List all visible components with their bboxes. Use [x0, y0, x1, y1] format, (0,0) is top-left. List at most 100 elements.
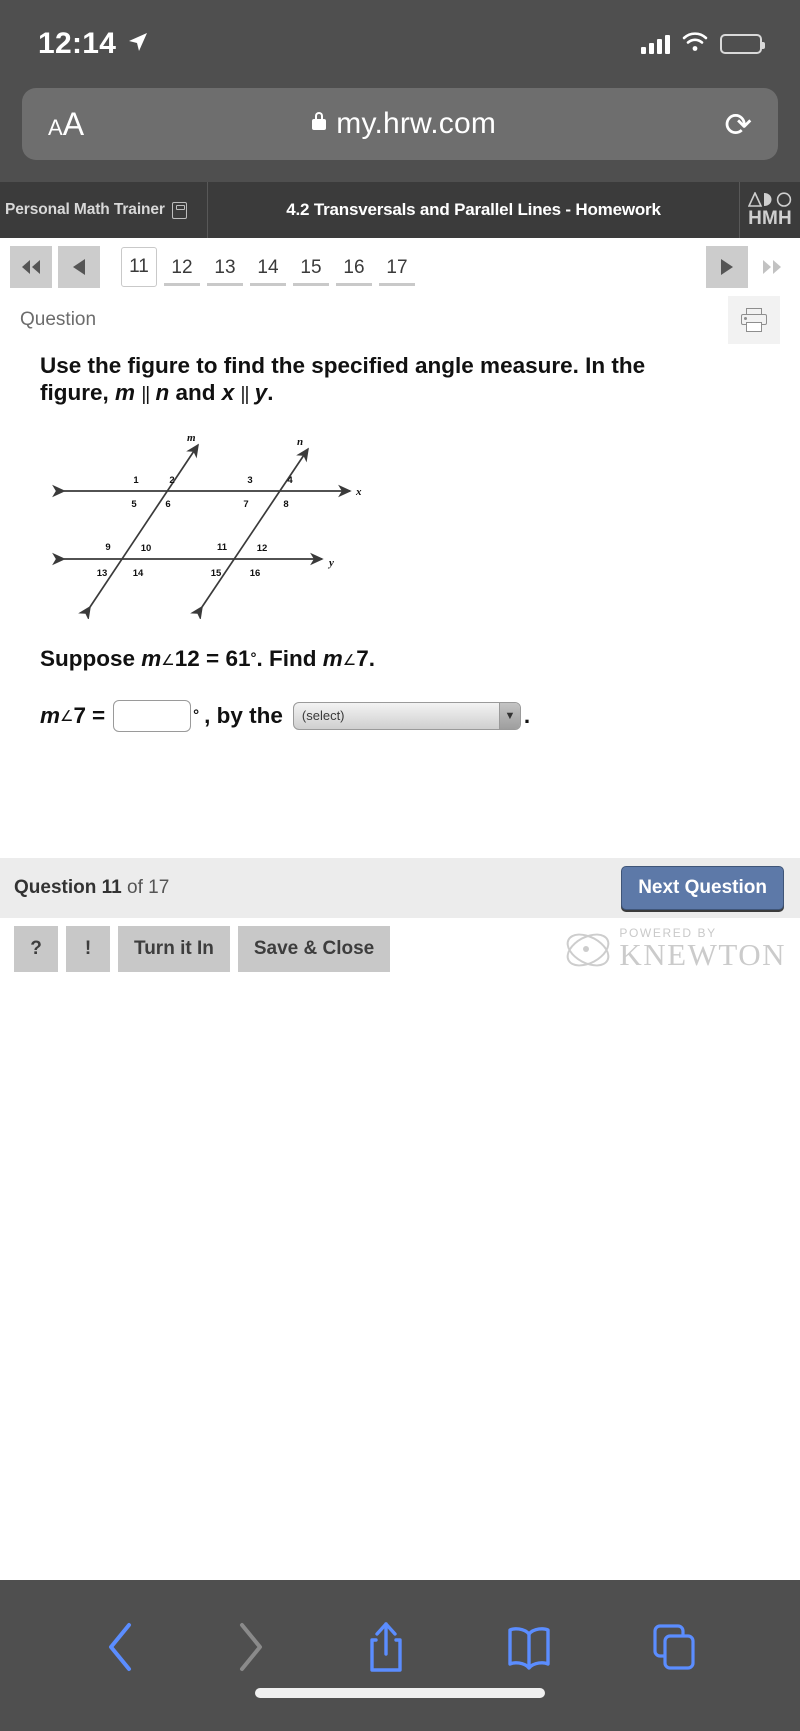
page-12[interactable]: 12	[164, 252, 200, 286]
pager-right-controls	[706, 246, 790, 288]
brand-label: Personal Math Trainer	[5, 201, 165, 218]
first-question-button[interactable]	[10, 246, 52, 288]
page-13[interactable]: 13	[207, 252, 243, 286]
knewton-text: POWERED BY KNEWTON	[619, 927, 786, 970]
line-m	[78, 443, 199, 621]
ios-status-bar: 12:14	[0, 0, 800, 88]
angle-label-5: 5	[131, 499, 137, 510]
text-size-button[interactable]: AA	[48, 108, 84, 140]
atom-icon	[561, 926, 616, 974]
reload-icon[interactable]: ⟳	[724, 108, 752, 141]
question-counter-number: 11	[101, 876, 122, 898]
find-angle-number: 7	[356, 645, 369, 671]
battery-low-icon	[720, 34, 765, 54]
knewton-branding: POWERED BY KNEWTON	[561, 926, 786, 974]
question-label: Question	[20, 309, 97, 330]
figure-svg: m n x y 1 2 3 4 5 6 7 8 9 10 11 12 13 14…	[52, 432, 362, 621]
answer-angle-number: 7	[73, 702, 86, 728]
page-current-11[interactable]: 11	[121, 247, 157, 287]
status-bar-right	[641, 31, 765, 57]
suppose-angle-number: 12	[174, 645, 200, 671]
angle-label-6: 6	[165, 499, 170, 510]
wifi-icon	[682, 31, 708, 57]
print-button[interactable]	[728, 296, 780, 344]
report-issue-button[interactable]: !	[66, 925, 110, 972]
clock: 12:14	[38, 27, 117, 60]
transversals-figure: m n x y 1 2 3 4 5 6 7 8 9 10 11 12 13 14…	[50, 429, 764, 624]
url-display[interactable]: my.hrw.com	[312, 107, 496, 141]
angle-label-15: 15	[211, 568, 222, 579]
suppose-find: . Find	[256, 645, 317, 671]
page-14[interactable]: 14	[250, 252, 286, 286]
hmh-marks	[748, 192, 792, 208]
prompt-period: .	[267, 380, 274, 406]
right-arrow-icon	[721, 259, 733, 275]
prompt-line-1: Use the figure to find the specified ang…	[40, 353, 646, 378]
cube-icon	[171, 201, 187, 219]
answer-var-m: m	[40, 702, 61, 728]
find-var-m: m	[322, 645, 343, 671]
suppose-line: Suppose m∠12 = 61°. Find m∠7.	[40, 646, 764, 672]
bookmarks-icon[interactable]	[504, 1622, 554, 1677]
page-17[interactable]: 17	[379, 252, 415, 286]
reason-select-value: (select)	[301, 708, 345, 724]
location-arrow-icon	[126, 30, 150, 59]
angle-label-3: 3	[247, 475, 252, 486]
angle-label-7: 7	[243, 499, 248, 510]
question-pager: 11 12 13 14 15 16 17	[0, 238, 800, 296]
chevron-down-icon[interactable]: ▼	[498, 702, 520, 729]
next-question-button[interactable]	[706, 246, 748, 288]
help-button[interactable]: ?	[14, 925, 58, 972]
angle-label-1: 1	[133, 475, 139, 486]
reason-select[interactable]: (select) ▼	[292, 701, 521, 730]
share-icon[interactable]	[365, 1620, 407, 1679]
browser-back-button[interactable]	[103, 1621, 137, 1678]
next-question-button-footer[interactable]: Next Question	[621, 865, 784, 910]
save-and-close-button[interactable]: Save & Close	[237, 925, 391, 972]
left-arrow-icon	[73, 259, 85, 275]
turn-it-in-button[interactable]: Turn it In	[118, 925, 230, 972]
suppose-var-m: m	[141, 645, 162, 671]
double-right-icon	[763, 260, 781, 274]
hmh-logo-icon: HMH	[739, 182, 800, 238]
angle-label-14: 14	[133, 568, 144, 579]
question-counter-total: 17	[148, 876, 170, 898]
cellular-signal-icon	[641, 34, 670, 54]
page-15[interactable]: 15	[293, 252, 329, 286]
brand-personal-math-trainer[interactable]: Personal Math Trainer	[0, 182, 208, 238]
angle-label-13: 13	[97, 568, 108, 579]
angle-symbol-3: ∠	[60, 707, 74, 725]
degree-symbol-2: °	[193, 707, 200, 725]
question-counter: Question 11 of 17	[14, 877, 169, 899]
browser-forward-button[interactable]	[234, 1621, 268, 1678]
question-footer: Question 11 of 17 Next Question	[0, 857, 800, 918]
previous-question-button[interactable]	[58, 246, 100, 288]
suppose-equals: =	[206, 645, 220, 671]
question-counter-of: of	[127, 876, 143, 898]
angle-label-16: 16	[250, 568, 261, 579]
question-label-row: Question	[0, 296, 800, 344]
app-header: Personal Math Trainer 4.2 Transversals a…	[0, 182, 800, 238]
angle-label-8: 8	[283, 499, 288, 510]
answer-period: .	[523, 702, 531, 728]
hmh-logo-text: HMH	[748, 208, 792, 229]
angle-label-4: 4	[287, 475, 293, 486]
address-bar[interactable]: AA my.hrw.com ⟳	[22, 88, 778, 160]
url-text: my.hrw.com	[336, 107, 497, 140]
prompt-parallel-1: ||	[141, 384, 150, 406]
page-number-list: 11 12 13 14 15 16 17	[121, 247, 415, 287]
page-16[interactable]: 16	[336, 252, 372, 286]
printer-icon	[741, 308, 767, 332]
angle-label-10: 10	[141, 543, 152, 554]
suppose-prefix: Suppose	[40, 645, 136, 671]
double-left-icon	[22, 260, 40, 274]
status-bar-left: 12:14	[38, 27, 150, 61]
question-counter-word: Question	[14, 876, 97, 898]
knewton-wordmark: KNEWTON	[619, 937, 786, 973]
question-body: Use the figure to find the specified ang…	[0, 344, 800, 980]
last-question-button[interactable]	[754, 246, 790, 288]
answer-input[interactable]	[113, 699, 192, 732]
tabs-icon[interactable]	[651, 1622, 697, 1677]
prompt-var-x: x	[221, 380, 235, 406]
label-line-y: y	[327, 557, 334, 569]
